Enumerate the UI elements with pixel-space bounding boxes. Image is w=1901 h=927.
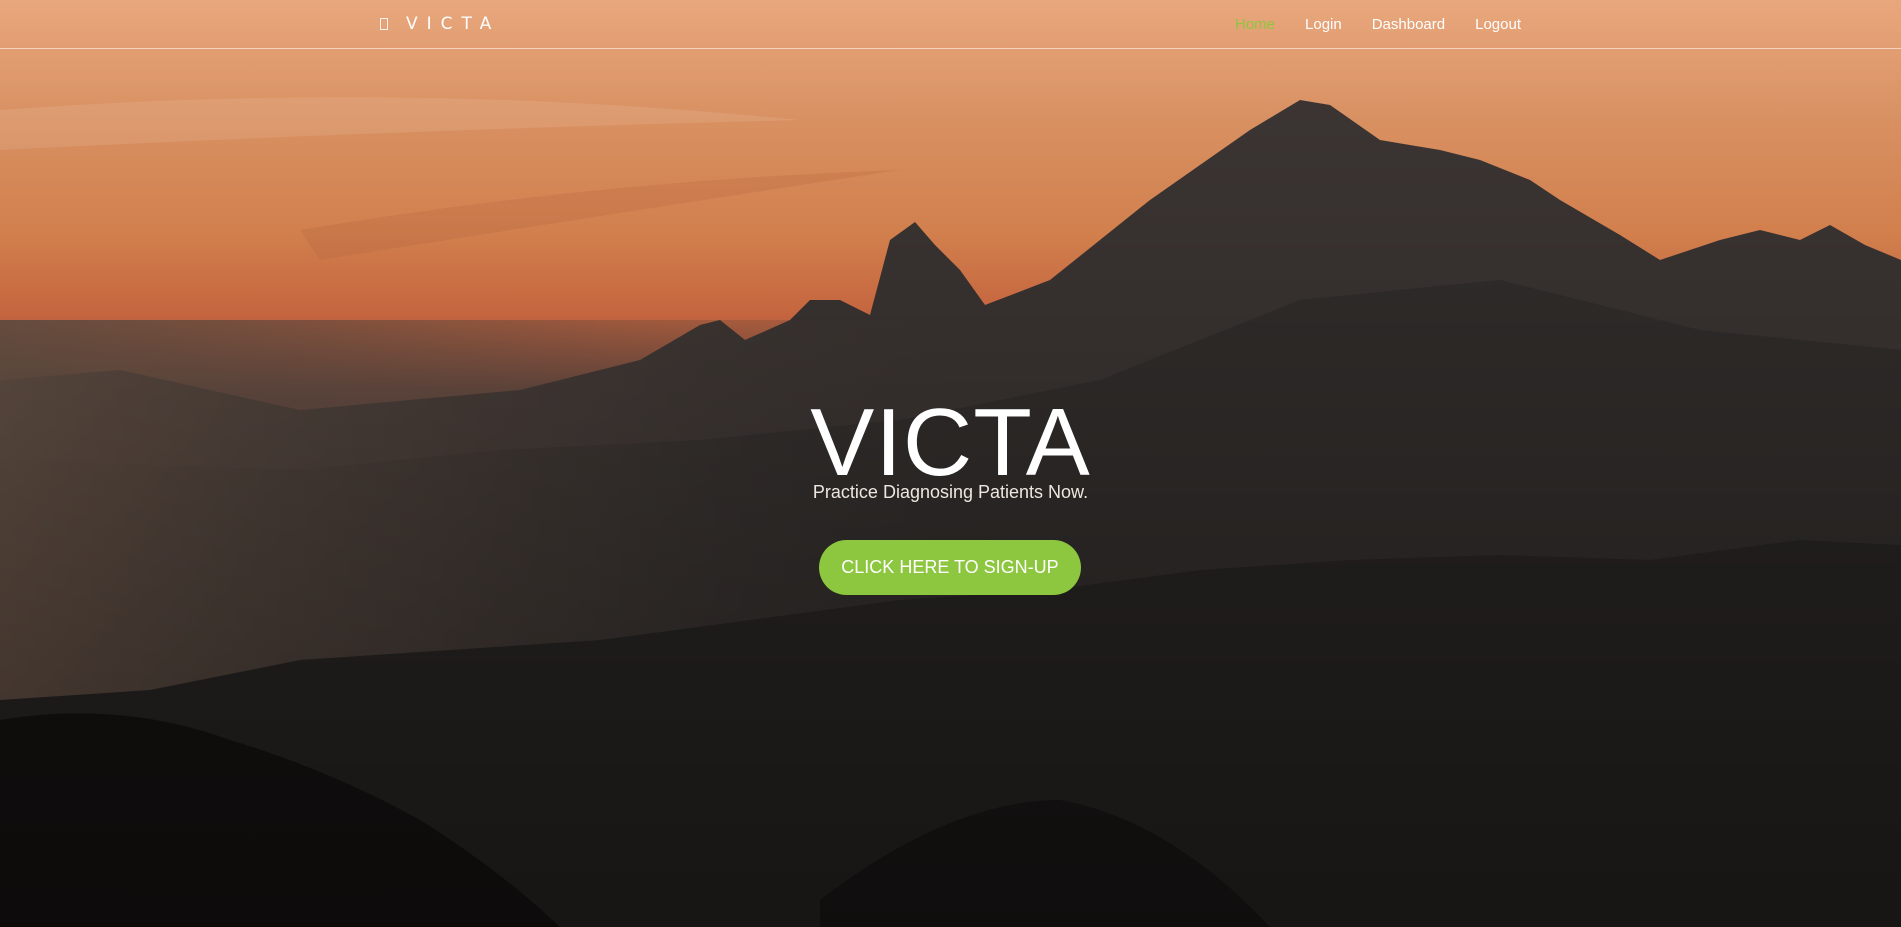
brand-name: VICTA — [406, 14, 501, 34]
brand-logo[interactable]: VICTA — [380, 13, 500, 35]
nav-item-logout[interactable]: Logout — [1475, 16, 1521, 33]
tablet-icon — [380, 18, 388, 30]
hero-title: VICTA — [810, 389, 1091, 497]
nav-item-dashboard[interactable]: Dashboard — [1372, 16, 1445, 33]
nav-item-login[interactable]: Login — [1305, 16, 1342, 33]
signup-button[interactable]: CLICK HERE TO SIGN-UP — [819, 540, 1081, 595]
nav-item-home[interactable]: Home — [1235, 16, 1275, 33]
hero-subtitle: Practice Diagnosing Patients Now. — [812, 482, 1089, 502]
top-navbar: VICTA Home Login Dashboard Logout — [0, 0, 1901, 49]
nav-links: Home Login Dashboard Logout — [1235, 13, 1521, 35]
